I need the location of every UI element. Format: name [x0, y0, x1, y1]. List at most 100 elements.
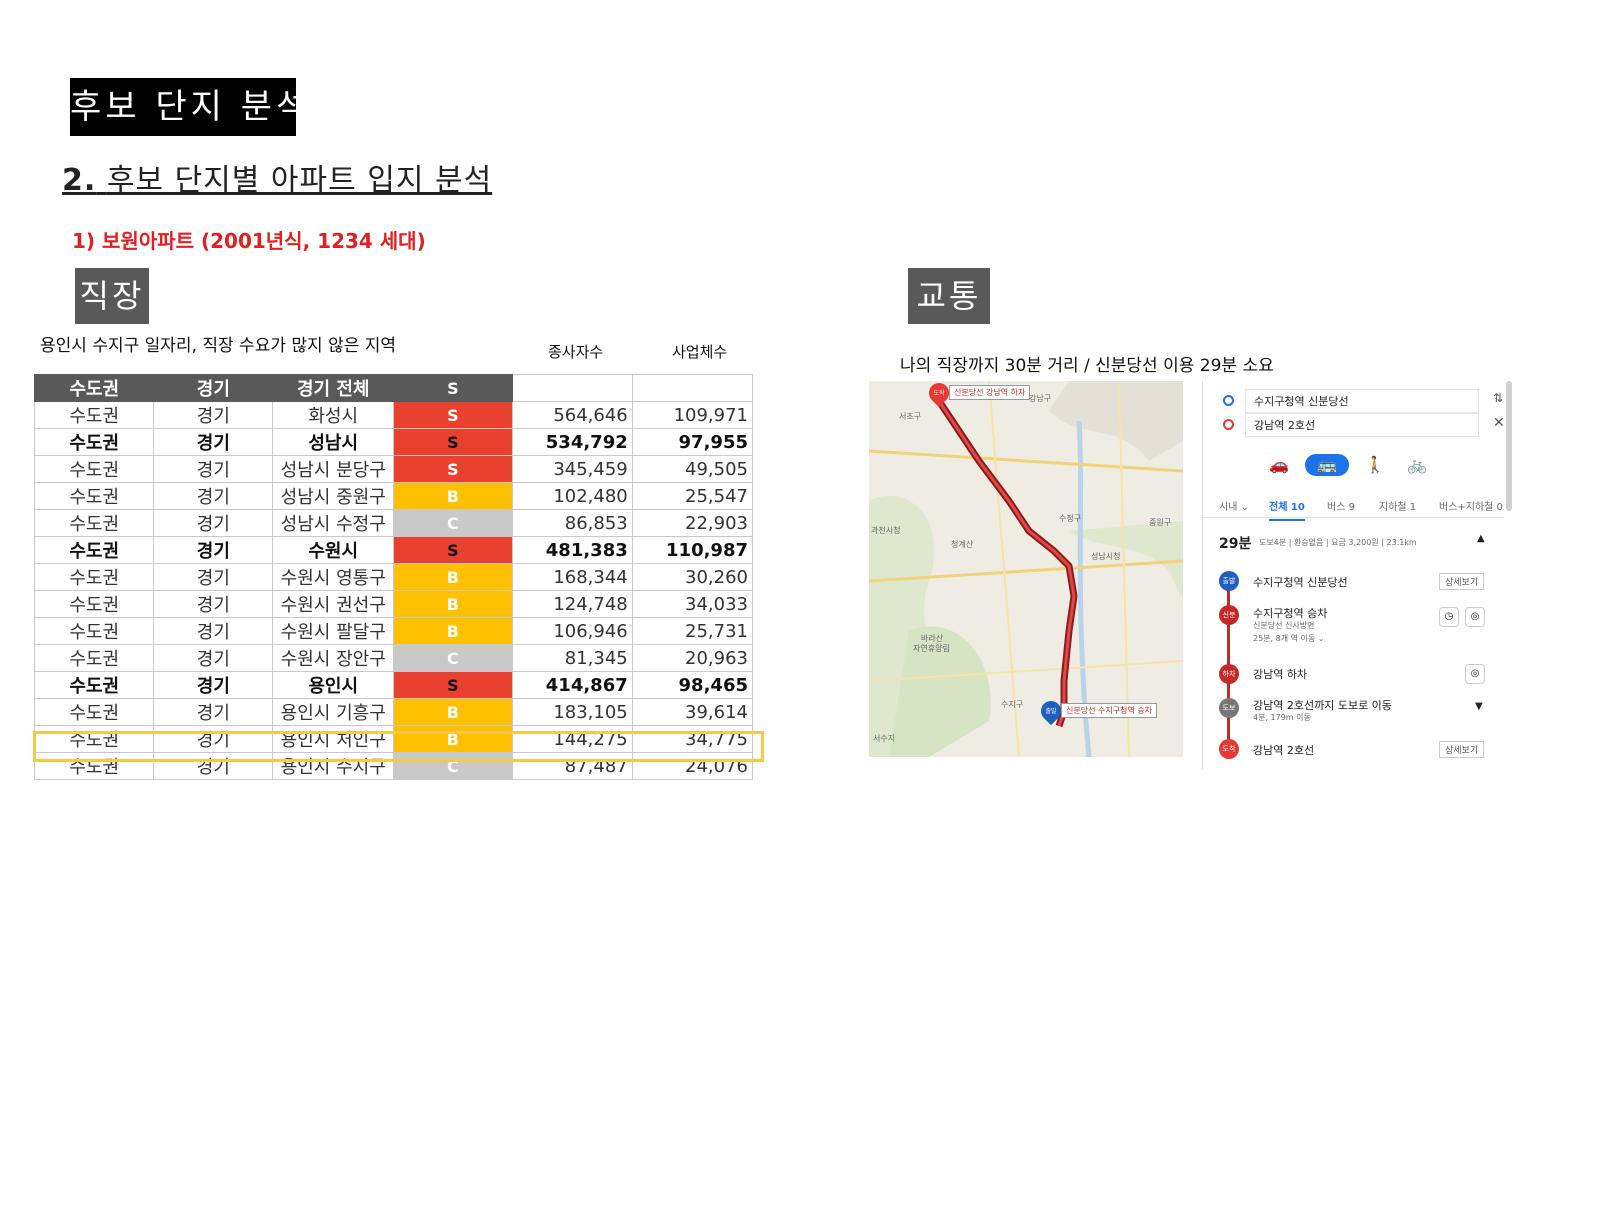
table-row: 수도권 경기 수원시 S 481,383 110,987	[33, 536, 754, 564]
table-row: 수도권 경기 경기 전체 S	[33, 374, 754, 402]
cell-province: 경기	[153, 509, 274, 537]
map-place-label: 강남구	[1029, 394, 1052, 403]
filter-bus-subway[interactable]: 버스+지하철 0	[1439, 498, 1503, 513]
step-badge: 도보	[1219, 698, 1239, 718]
station-info-icon[interactable]: ◎	[1465, 664, 1485, 684]
cell-business: 22,903	[631, 509, 754, 537]
cell-area: 성남시 수정구	[272, 509, 395, 537]
cell-workers: 81,345	[511, 644, 633, 672]
map-place-label: 청계산	[951, 540, 974, 549]
route-map[interactable]: 도착 신분당선 강남역 하차 출발 신분당선 수지구청역 승차 강남구 서초구 …	[869, 381, 1183, 757]
expand-icon[interactable]: ▼	[1475, 701, 1483, 712]
step-badge: 출발	[1219, 571, 1239, 591]
cell-area: 수원시 팔달구	[272, 617, 395, 645]
cell-province: 경기	[153, 563, 274, 591]
cell-region: 수도권	[33, 509, 155, 537]
close-icon[interactable]: ✕	[1493, 415, 1505, 431]
table-body: 수도권 경기 경기 전체 S 수도권 경기 화성시 S 564,646 109,971 수도권 경기 성…	[33, 374, 754, 780]
walk-icon[interactable]: 🚶	[1361, 454, 1389, 476]
detail-button[interactable]: 상세보기	[1439, 573, 1485, 590]
step-badge: 신분	[1219, 605, 1239, 625]
cell-area: 수원시 장안구	[272, 644, 395, 672]
cell-province: 경기	[153, 428, 274, 456]
cell-area: 경기 전체	[272, 374, 395, 402]
step-sub2[interactable]: 25분, 8개 역 이동 ⌄	[1253, 633, 1325, 644]
filter-bus[interactable]: 버스 9	[1327, 498, 1355, 513]
traffic-tag: 교통	[908, 268, 990, 324]
cell-region: 수도권	[33, 428, 155, 456]
car-icon[interactable]: 🚗	[1265, 454, 1293, 476]
cell-region: 수도권	[33, 671, 155, 699]
bike-icon[interactable]: 🚲	[1403, 454, 1431, 476]
cell-grade: B	[393, 482, 513, 510]
cell-grade: C	[393, 509, 513, 537]
cell-workers: 124,748	[511, 590, 633, 618]
cell-workers: 183,105	[511, 698, 633, 726]
cell-region: 수도권	[33, 374, 155, 402]
cell-province: 경기	[153, 671, 274, 699]
cell-workers: 481,383	[511, 536, 633, 564]
start-station-label[interactable]: 신분당선 수지구청역 승차	[1061, 703, 1158, 718]
step-text: 강남역 2호선	[1253, 744, 1315, 757]
subtitle-number: 2.	[62, 163, 97, 198]
map-place-label: 수정구	[1059, 514, 1082, 523]
transit-icon[interactable]: 🚌	[1305, 454, 1349, 476]
cell-region: 수도권	[33, 563, 155, 591]
cell-grade: B	[393, 698, 513, 726]
origin-input[interactable]: 수지구청역 신분당선	[1245, 389, 1479, 413]
cell-grade: C	[393, 644, 513, 672]
step-text: 수지구청역 승차	[1253, 607, 1328, 620]
cell-area: 수원시 권선구	[272, 590, 395, 618]
page-title: 후보 단지 분석	[70, 78, 307, 136]
cell-business: 34,033	[631, 590, 754, 618]
filter-subway[interactable]: 지하철 1	[1379, 498, 1416, 513]
summary-time: 29분	[1219, 536, 1252, 552]
cell-province: 경기	[153, 482, 274, 510]
detail-button[interactable]: 상세보기	[1439, 741, 1485, 758]
scrollbar[interactable]	[1506, 381, 1512, 511]
map-place-label: 자연휴양림	[913, 644, 950, 653]
table-row: 수도권 경기 성남시 S 534,792 97,955	[33, 428, 754, 456]
cell-region: 수도권	[33, 644, 155, 672]
table-row: 수도권 경기 화성시 S 564,646 109,971	[33, 401, 754, 429]
filter-city[interactable]: 시내 ⌄	[1219, 498, 1249, 513]
cell-grade: S	[393, 536, 513, 564]
map-place-label: 과천시청	[871, 526, 901, 535]
cell-grade: S	[393, 428, 513, 456]
cell-business: 49,505	[631, 455, 754, 483]
cell-province: 경기	[153, 617, 274, 645]
cell-area: 수원시 영통구	[272, 563, 395, 591]
table-row: 수도권 경기 수원시 장안구 C 81,345 20,963	[33, 644, 754, 672]
map-graphic	[869, 381, 1183, 757]
collapse-icon[interactable]: ▲	[1477, 533, 1485, 544]
cell-business: 25,731	[631, 617, 754, 645]
cell-business	[631, 374, 754, 402]
summary-detail: 도보4분 | 환승없음 | 요금 3,200원 | 23.1km	[1259, 538, 1417, 547]
cell-region: 수도권	[33, 590, 155, 618]
end-station-label[interactable]: 신분당선 강남역 하차	[949, 385, 1031, 400]
cell-workers: 106,946	[511, 617, 633, 645]
station-info-icon[interactable]: ◎	[1465, 607, 1485, 627]
cell-region: 수도권	[33, 455, 155, 483]
cell-area: 성남시 분당구	[272, 455, 395, 483]
step-sub: 신분당선 신사방면	[1253, 621, 1315, 630]
table-row: 수도권 경기 용인시 기흥구 B 183,105 39,614	[33, 698, 754, 726]
end-pin-label: 도착	[933, 390, 945, 397]
cell-area: 용인시	[272, 671, 395, 699]
cell-business: 30,260	[631, 563, 754, 591]
table-row: 수도권 경기 용인시 S 414,867 98,465	[33, 671, 754, 699]
cell-region: 수도권	[33, 698, 155, 726]
cell-province: 경기	[153, 401, 274, 429]
map-place-label: 성남시청	[1091, 552, 1121, 561]
destination-input[interactable]: 강남역 2호선	[1245, 413, 1479, 437]
cell-grade: S	[393, 401, 513, 429]
section-subtitle: 2. 후보 단지별 아파트 입지 분석	[62, 155, 492, 199]
cell-province: 경기	[153, 536, 274, 564]
start-pin-label: 출발	[1045, 708, 1057, 715]
clock-icon[interactable]: ◷	[1439, 607, 1459, 627]
step-badge: 도착	[1219, 739, 1239, 759]
cell-workers: 168,344	[511, 563, 633, 591]
cell-province: 경기	[153, 455, 274, 483]
swap-icon[interactable]: ⇅	[1493, 391, 1503, 405]
cell-workers	[511, 374, 633, 402]
